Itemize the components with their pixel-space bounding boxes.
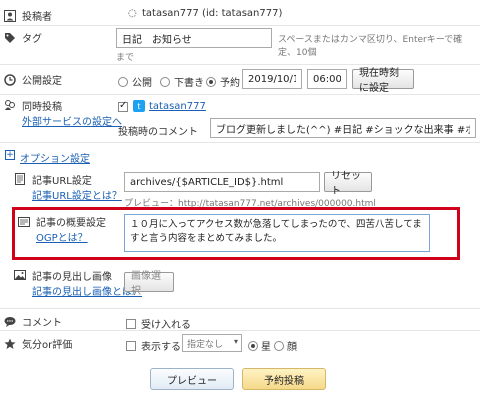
publish-label: 公開設定 (4, 72, 62, 87)
publish-radio-draft[interactable]: 下書き (160, 74, 204, 89)
radio-button[interactable] (160, 76, 170, 87)
twitter-checkbox[interactable] (118, 100, 128, 112)
accept-comments-checkbox[interactable]: 受け入れる (126, 316, 191, 331)
radio-button[interactable] (248, 340, 258, 351)
mood-radio-face[interactable]: 顔 (274, 338, 297, 353)
publish-row: 公開設定 公開 下書き 予約 現在時刻に設定 (0, 68, 480, 94)
summary-label: 記事の概要設定 OGPとは？ (18, 214, 106, 244)
star-icon (4, 338, 16, 350)
post-comment-input[interactable] (210, 118, 476, 138)
heading-image-label: 記事の見出し画像 記事の見出し画像とは？ (14, 268, 142, 298)
tags-row: タグ スペースまたはカンマ区切り、Enterキーで確定、10個 まで (0, 28, 480, 64)
sns-label: 同時投稿 外部サービスの設定へ (4, 98, 122, 128)
summary-title: 記事の概要設定 (36, 218, 106, 229)
url-setting-help-link[interactable]: 記事URL設定とは？ (32, 187, 122, 202)
url-reset-button[interactable]: リセット (324, 171, 372, 197)
set-current-time-button[interactable]: 現在時刻に設定 (352, 68, 414, 94)
publish-radio-public[interactable]: 公開 (118, 74, 152, 89)
tags-input[interactable] (116, 28, 272, 48)
mood-label: 気分or評価 (4, 336, 72, 351)
checkbox[interactable] (126, 318, 136, 329)
author-row: 投稿者 ◌ tatasan777 (id: tatasan777) (0, 4, 480, 24)
twitter-account-link[interactable]: tatasan777 (149, 101, 206, 112)
sns-row: 同時投稿 外部サービスの設定へ t tatasan777 投稿時のコメント (0, 98, 480, 138)
image-icon (14, 269, 26, 281)
author-label: 投稿者 (4, 8, 52, 23)
divider (0, 330, 480, 331)
show-mood-checkbox[interactable]: 表示する (126, 338, 181, 353)
ogp-help-link[interactable]: OGPとは？ (36, 229, 106, 244)
tag-icon (4, 32, 16, 44)
tags-label: タグ (4, 30, 42, 45)
tags-hint: スペースまたはカンマ区切り、Enterキーで確定、10個 (278, 35, 463, 58)
publish-date-input[interactable] (242, 69, 302, 89)
chevron-down-icon: ▾ (233, 337, 238, 346)
mood-select[interactable]: 指定なし ▾ (182, 334, 242, 352)
comment-label: コメント (4, 314, 62, 329)
url-setting-title: 記事URL設定 (32, 176, 92, 187)
author-avatar-icon: ◌ (128, 8, 137, 19)
user-icon (4, 9, 16, 22)
radio-button[interactable] (206, 76, 216, 87)
mood-row: 気分or評価 表示する 指定なし ▾ 星 顔 (0, 334, 480, 356)
options-toggle[interactable]: + オプション設定 (0, 150, 480, 166)
divider (0, 94, 480, 95)
post-comment-label: 投稿時のコメント (118, 127, 198, 138)
heading-image-row: 記事の見出し画像 記事の見出し画像とは？ 画像選択 (0, 268, 480, 304)
share-icon (4, 99, 16, 111)
divider (0, 142, 480, 143)
url-setting-label: 記事URL設定 記事URL設定とは？ (14, 172, 122, 202)
author-value: tatasan777 (id: tatasan777) (142, 8, 283, 19)
summary-row: 記事の概要設定 OGPとは？ １０月に入ってアクセス数が急落してしまったので、四… (0, 214, 480, 254)
radio-button[interactable] (118, 76, 128, 87)
mood-select-value: 指定なし (187, 340, 224, 350)
sns-label-text: 同時投稿 (22, 102, 62, 113)
summary-textarea[interactable]: １０月に入ってアクセス数が急落してしまったので、四苦八苦してますと言う内容をまと… (124, 214, 430, 252)
options-toggle-label[interactable]: オプション設定 (20, 150, 90, 165)
expand-icon[interactable]: + (5, 150, 15, 160)
divider (0, 25, 480, 26)
publish-radio-scheduled[interactable]: 予約 (206, 74, 240, 89)
url-setting-row: 記事URL設定 記事URL設定とは？ リセット プレビュー：http://tat… (0, 170, 480, 209)
mood-radio-star[interactable]: 星 (248, 338, 271, 353)
publish-time-input[interactable] (307, 69, 347, 89)
clock-icon (4, 73, 16, 86)
preview-button[interactable]: プレビュー (150, 368, 234, 390)
divider (0, 308, 480, 309)
document-icon (14, 173, 26, 185)
speech-bubble-icon (4, 316, 16, 328)
tags-hint-cont: まで (116, 53, 135, 63)
divider (0, 64, 480, 65)
url-setting-input[interactable] (124, 172, 320, 192)
edit-icon (18, 215, 30, 227)
schedule-post-button[interactable]: 予約投稿 (242, 368, 326, 390)
select-image-button[interactable]: 画像選択 (124, 271, 174, 297)
comment-row: コメント 受け入れる (0, 312, 480, 331)
twitter-icon: t (133, 100, 145, 112)
external-services-link[interactable]: 外部サービスの設定へ (22, 113, 122, 128)
checkbox[interactable] (126, 340, 136, 351)
radio-button[interactable] (274, 340, 284, 351)
